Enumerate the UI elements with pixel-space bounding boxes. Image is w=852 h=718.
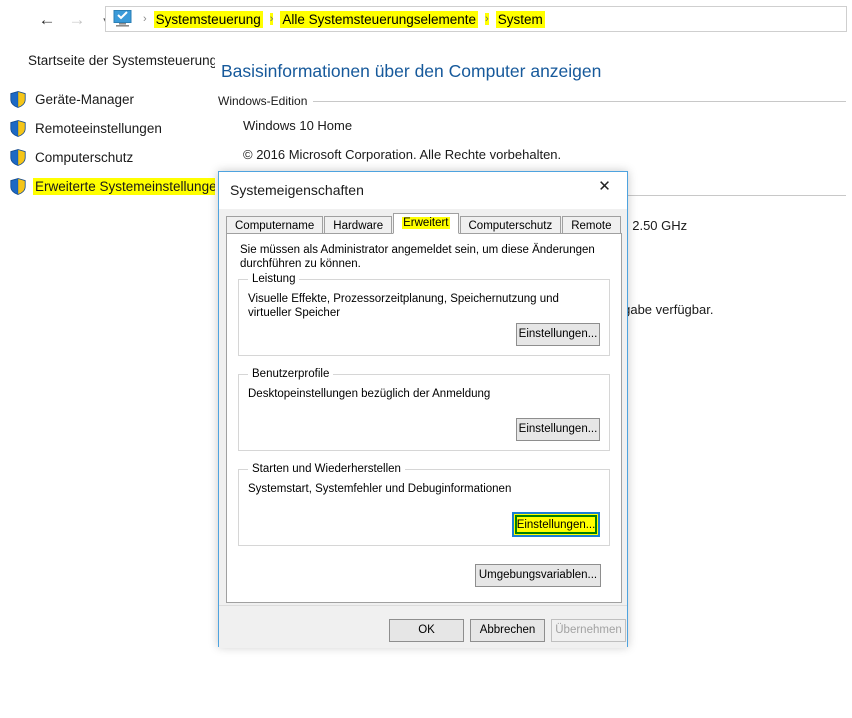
section-windows-edition: Windows-Edition	[218, 94, 846, 108]
breadcrumb-item-systemsteuerung[interactable]: Systemsteuerung	[153, 10, 263, 28]
sidebar-item-erweiterte-systemeinstellungen[interactable]: Erweiterte Systemeinstellungen	[10, 176, 227, 196]
sidebar-header[interactable]: Startseite der Systemsteuerung	[28, 53, 217, 68]
button-label: Abbrechen	[479, 623, 536, 636]
starten-einstellungen-button[interactable]: Einstellungen...	[512, 512, 600, 537]
uac-shield-icon	[10, 148, 26, 166]
group-benutzerprofile: Benutzerprofile Desktopeinstellungen bez…	[238, 368, 610, 451]
breadcrumb-item-system[interactable]: System	[495, 10, 545, 28]
button-label: Einstellungen...	[516, 518, 596, 531]
button-label: Einstellungen...	[518, 422, 598, 435]
computer-monitor-icon	[113, 10, 132, 27]
uac-shield-icon	[10, 119, 26, 137]
system-properties-dialog: Systemeigenschaften ✕ Computername Hardw…	[218, 171, 628, 648]
forward-arrow-icon: →	[68, 10, 86, 29]
cancel-button[interactable]: Abbrechen	[470, 619, 545, 642]
uac-shield-icon	[10, 90, 26, 108]
group-label: Benutzerprofile	[248, 368, 334, 380]
group-description: Systemstart, Systemfehler und Debuginfor…	[248, 483, 512, 495]
button-label: Einstellungen...	[518, 327, 598, 340]
tab-label: Remote	[571, 220, 612, 232]
admin-required-note: Sie müssen als Administrator angemeldet …	[240, 244, 595, 270]
tab-label: Erweitert	[402, 217, 450, 229]
breadcrumb-separator: ›	[269, 13, 274, 25]
section-label: Windows-Edition	[218, 94, 308, 108]
group-leistung: Leistung Visuelle Effekte, Prozessorzeit…	[238, 273, 610, 356]
sidebar-item-label: Erweiterte Systemeinstellungen	[33, 177, 227, 195]
sidebar-item-geraete-manager[interactable]: Geräte-Manager	[10, 89, 136, 109]
tab-label: Hardware	[333, 220, 384, 232]
tab-erweitert[interactable]: Erweitert	[393, 213, 459, 234]
benutzerprofile-einstellungen-button[interactable]: Einstellungen...	[516, 418, 600, 441]
button-label: Umgebungsvariablen...	[478, 568, 598, 581]
group-starten-und-wiederherstellen: Starten und Wiederherstellen Systemstart…	[238, 463, 610, 546]
group-description: Visuelle Effekte, Prozessorzeitplanung, …	[248, 293, 559, 319]
obscured-cpu-speed: : 2.50 GHz	[625, 218, 688, 233]
apply-button: Übernehmen	[551, 619, 626, 642]
dialog-body: Computername Hardware Erweitert Computer…	[219, 209, 627, 648]
breadcrumb-item-alle-systemsteuerungselemente[interactable]: Alle Systemsteuerungselemente	[280, 10, 479, 28]
uac-shield-icon	[10, 177, 26, 195]
breadcrumb: › Systemsteuerung › Alle Systemsteuerung…	[136, 9, 545, 29]
leistung-einstellungen-button[interactable]: Einstellungen...	[516, 323, 600, 346]
breadcrumb-separator: ›	[485, 13, 489, 25]
tab-panel-erweitert: Sie müssen als Administrator angemeldet …	[226, 233, 622, 603]
breadcrumb-separator: ›	[143, 13, 147, 25]
button-focus-ring: Einstellungen...	[515, 515, 597, 534]
umgebungsvariablen-button[interactable]: Umgebungsvariablen...	[475, 564, 601, 587]
sidebar-item-computerschutz[interactable]: Computerschutz	[10, 147, 135, 167]
copyright-text: © 2016 Microsoft Corporation. Alle Recht…	[243, 147, 562, 162]
group-label: Starten und Wiederherstellen	[248, 463, 405, 475]
button-label: Übernehmen	[555, 623, 622, 636]
button-label: OK	[418, 623, 435, 636]
section-divider	[313, 100, 846, 102]
windows-edition-value: Windows 10 Home	[243, 118, 353, 133]
close-icon[interactable]: ✕	[582, 172, 627, 202]
sidebar-item-label: Computerschutz	[35, 149, 134, 165]
tab-label: Computername	[235, 220, 315, 232]
back-arrow-icon[interactable]: ←	[38, 11, 56, 29]
tab-label: Computerschutz	[468, 220, 553, 232]
sidebar-item-label: Geräte-Manager	[35, 91, 135, 107]
explorer-navigation-bar: ← → ▾ ↑ › Systemsteuerung › Alle Systems…	[0, 0, 852, 40]
screen: ← → ▾ ↑ › Systemsteuerung › Alle Systems…	[0, 0, 852, 718]
page-title: Basisinformationen über den Computer anz…	[221, 61, 602, 81]
group-label: Leistung	[248, 273, 300, 285]
dialog-title: Systemeigenschaften	[230, 182, 364, 198]
obscured-pen-touch-text: ingabe verfügbar.	[613, 302, 714, 317]
dialog-tabstrip: Computername Hardware Erweitert Computer…	[226, 213, 622, 235]
dialog-title-bar[interactable]: Systemeigenschaften ✕	[219, 172, 627, 209]
group-description: Desktopeinstellungen bezüglich der Anmel…	[248, 388, 491, 400]
sidebar-item-label: Remoteeinstellungen	[35, 120, 162, 136]
sidebar-item-remoteeinstellungen[interactable]: Remoteeinstellungen	[10, 118, 164, 138]
footer-divider	[219, 605, 627, 606]
sidebar: Startseite der Systemsteuerung Geräte-Ma…	[0, 40, 227, 718]
ok-button[interactable]: OK	[389, 619, 464, 642]
